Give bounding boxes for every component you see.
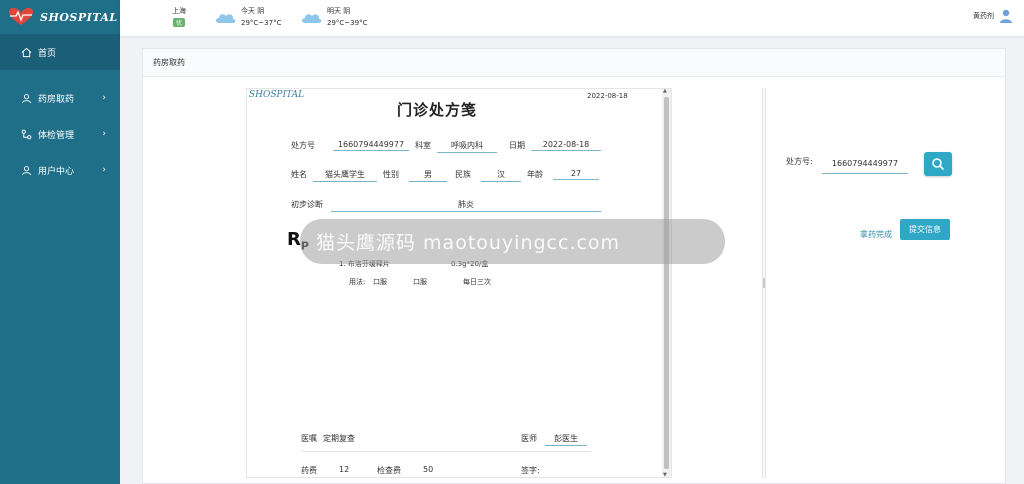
rx-title: 门诊处方笺 xyxy=(396,101,477,119)
age-value: 27 xyxy=(553,169,599,180)
sidebar-item-user-center[interactable]: 用户中心 › xyxy=(0,152,120,188)
name-label: 姓名 xyxy=(291,170,307,179)
sidebar-item-pharmacy[interactable]: 药房取药 › xyxy=(0,80,120,116)
panel-title: 药房取药 xyxy=(143,49,1005,77)
sidebar-item-home[interactable]: 首页 xyxy=(0,34,120,70)
sidebar-item-label: 体检管理 xyxy=(38,130,75,141)
chevron-right-icon: › xyxy=(102,129,106,139)
diagnosis-value: 肺炎 xyxy=(331,199,601,212)
brand-name: SHOSPITAL xyxy=(40,10,118,24)
weather-tomorrow-temp: 29°C~39°C xyxy=(327,19,368,27)
cloud-icon xyxy=(302,13,322,23)
sign-label: 签字: xyxy=(521,466,540,475)
avatar xyxy=(1000,9,1012,23)
sidebar-item-label: 药房取药 xyxy=(38,94,75,105)
sidebar-item-label: 首页 xyxy=(38,48,57,59)
age-label: 年龄 xyxy=(527,170,543,179)
diagnosis-label: 初步诊断 xyxy=(291,200,323,209)
user-icon xyxy=(20,92,32,104)
doctor-value: 彭医生 xyxy=(545,433,587,446)
user-name: 黄药剂 xyxy=(973,12,994,20)
advice-value: 定期复查 xyxy=(323,434,355,443)
search-label: 处方号: xyxy=(786,157,813,166)
weather-today: 今天 阴 29°C~37°C xyxy=(214,6,281,27)
scrollbar[interactable]: ▲ ▼ xyxy=(662,88,671,478)
split-divider[interactable] xyxy=(762,88,766,478)
exam-fee-label: 检查费 xyxy=(377,466,401,475)
aqi-badge: 优 xyxy=(172,18,185,27)
search-input[interactable] xyxy=(822,154,908,174)
watermark-banner: 猫头鹰源码 maotouyingcc.com xyxy=(300,219,725,264)
doctor-label: 医师 xyxy=(521,434,537,443)
brand[interactable]: SHOSPITAL xyxy=(0,0,120,34)
gender-label: 性别 xyxy=(383,170,399,179)
weather-today-temp: 29°C~37°C xyxy=(241,19,282,27)
date-label: 日期 xyxy=(509,141,525,150)
search-icon xyxy=(932,158,945,171)
weather-tomorrow-label: 明天 阴 xyxy=(327,7,351,15)
chevron-right-icon: › xyxy=(102,93,106,103)
sidebar-item-checkup[interactable]: 体检管理 › xyxy=(0,116,120,152)
city-weather[interactable]: 上海 优 xyxy=(172,6,186,28)
network-icon xyxy=(20,128,32,140)
chevron-right-icon: › xyxy=(102,165,106,175)
prescription-sheet[interactable]: SHOSPITAL 2022-08-18 门诊处方笺 处方号 166079444… xyxy=(246,88,672,478)
rx-no-value: 1660794449977 xyxy=(333,140,409,151)
home-icon xyxy=(20,46,32,58)
drug-fee-label: 药费 xyxy=(301,466,317,475)
usage-label: 用法: xyxy=(349,278,366,286)
user-icon xyxy=(20,164,32,176)
gender-value: 男 xyxy=(409,169,447,182)
usage-route: 口服 xyxy=(373,278,387,286)
search-button[interactable] xyxy=(924,152,952,176)
sidebar: SHOSPITAL 首页 药房取药 › 体检管理 › 用户中心 › xyxy=(0,0,120,484)
heart-pulse-icon xyxy=(9,7,33,26)
city-name: 上海 xyxy=(172,7,186,15)
weather-today-label: 今天 阴 xyxy=(241,7,265,15)
name-value: 猫头鹰学生 xyxy=(313,169,377,182)
scroll-down-icon[interactable]: ▼ xyxy=(663,472,667,478)
cloud-icon xyxy=(216,13,236,23)
ethnicity-value: 汉 xyxy=(481,169,521,182)
weather-tomorrow: 明天 阴 29°C~39°C xyxy=(300,6,367,27)
medicine-done-link[interactable]: 拿药完成 xyxy=(860,229,892,240)
dept-value: 呼吸内科 xyxy=(437,140,497,153)
drag-handle[interactable] xyxy=(763,278,765,288)
top-header: 上海 优 今天 阴 29°C~37°C 明天 阴 29°C~39°C 黄药剂 xyxy=(120,0,1024,36)
usage-route-2: 口服 xyxy=(413,278,427,286)
rx-no-label: 处方号 xyxy=(291,141,315,150)
user-menu[interactable]: 黄药剂 xyxy=(973,8,1014,24)
date-value: 2022-08-18 xyxy=(531,140,601,151)
dept-label: 科室 xyxy=(415,141,431,150)
scroll-thumb[interactable] xyxy=(664,97,669,469)
ethnicity-label: 民族 xyxy=(455,170,471,179)
submit-button[interactable]: 提交信息 xyxy=(900,219,950,240)
advice-label: 医嘱 xyxy=(301,434,317,443)
sidebar-item-label: 用户中心 xyxy=(38,166,75,177)
usage-frequency: 每日三次 xyxy=(463,278,491,286)
divider xyxy=(301,451,591,452)
scroll-up-icon[interactable]: ▲ xyxy=(663,88,667,94)
drug-fee-value: 12 xyxy=(339,465,350,474)
exam-fee-value: 50 xyxy=(423,465,434,474)
